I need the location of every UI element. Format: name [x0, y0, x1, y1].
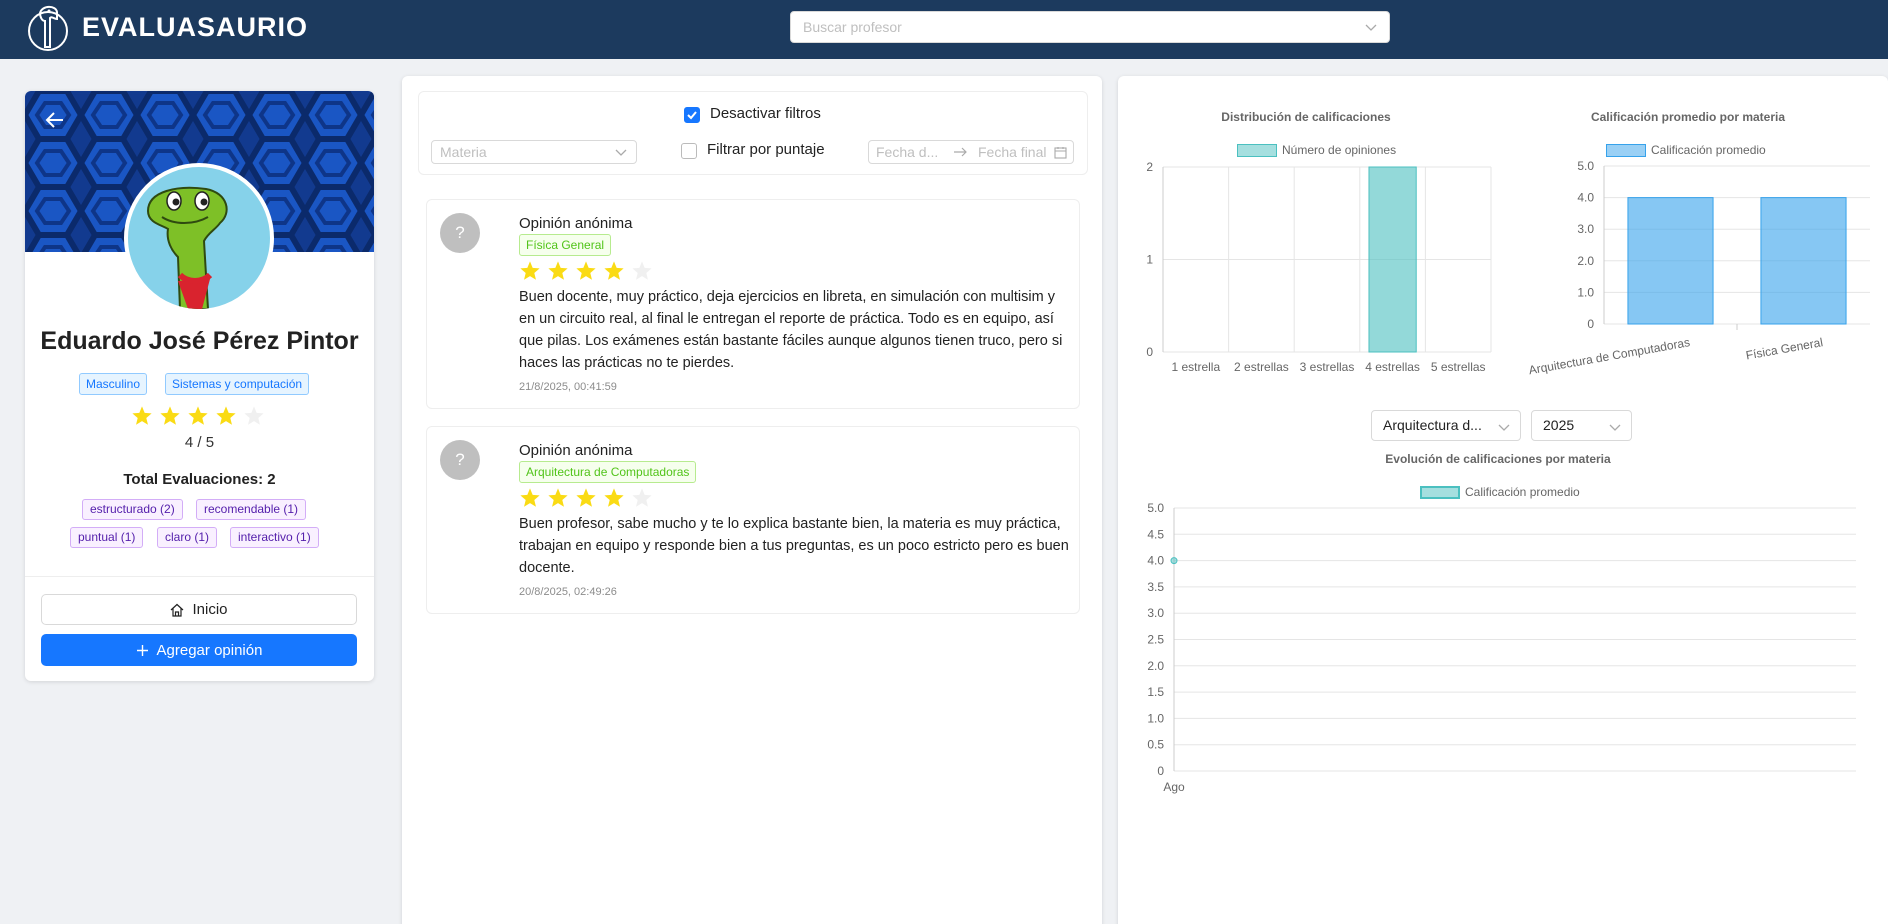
profile-avatar — [124, 163, 274, 313]
charts-panel: Distribución de calificaciones Número de… — [1118, 76, 1888, 924]
plus-icon — [136, 644, 148, 656]
star-empty-icon — [632, 488, 652, 507]
y-tick-label: 4.0 — [1147, 554, 1164, 568]
divider — [25, 576, 374, 577]
home-button[interactable]: Inicio — [41, 594, 357, 625]
top-bar: EVALUASAURIO — [0, 0, 1888, 59]
score-filter-checkbox[interactable] — [681, 143, 697, 159]
opinion-author: Opinión anónima — [519, 442, 633, 459]
opinion-rating-stars — [519, 260, 653, 282]
star-filled-icon — [548, 488, 568, 507]
star-filled-icon — [160, 406, 180, 425]
star-filled-icon — [520, 261, 540, 280]
opinion-date: 20/8/2025, 02:49:26 — [519, 586, 617, 598]
calendar-icon — [1054, 147, 1067, 159]
star-filled-icon — [132, 406, 152, 425]
y-tick-label: 1.0 — [1147, 711, 1164, 725]
anonymous-avatar: ? — [440, 440, 480, 480]
check-icon — [687, 111, 697, 120]
star-filled-icon — [520, 488, 540, 507]
star-filled-icon — [216, 406, 236, 425]
star-empty-icon — [244, 406, 264, 425]
y-tick-label: 5.0 — [1147, 501, 1164, 515]
opinion-text: Buen profesor, sabe mucho y te lo explic… — [519, 516, 1069, 576]
opinion-author: Opinión anónima — [519, 215, 633, 232]
home-button-label: Inicio — [192, 601, 228, 618]
star-filled-icon — [604, 261, 624, 280]
y-tick-label: 3.5 — [1147, 580, 1164, 594]
trait-tag: estructurado (2) — [82, 499, 183, 520]
opinion-rating-stars — [519, 487, 653, 509]
search-input[interactable] — [791, 12, 1351, 42]
teacher-search[interactable] — [790, 11, 1390, 43]
disable-filters-checkbox[interactable] — [684, 107, 700, 123]
app-name: EVALUASAURIO — [82, 12, 309, 42]
trait-tag: interactivo (1) — [230, 527, 319, 548]
data-point — [1170, 557, 1178, 565]
y-tick-label: 0 — [1157, 764, 1164, 778]
opinion-card: ? Opinión anónima Arquitectura de Comput… — [426, 426, 1080, 614]
home-icon — [171, 603, 184, 617]
star-filled-icon — [576, 261, 596, 280]
professor-name: Eduardo José Pérez Pintor — [40, 327, 359, 355]
subject-tag: Física General — [519, 234, 612, 256]
rating-evolution-chart: 0 0.5 1.0 1.5 2.0 2.5 3.0 3.5 4.0 4.5 5.0 Ago — [1147, 501, 1856, 794]
department-tag: Sistemas y computación — [165, 373, 310, 395]
profile-card: Eduardo José Pérez Pintor Masculino Sist… — [25, 91, 374, 681]
date-start-input[interactable]: Fecha d... — [876, 141, 938, 163]
subject-filter-placeholder: Materia — [440, 144, 487, 160]
add-opinion-button[interactable]: Agregar opinión — [41, 634, 357, 666]
star-filled-icon — [604, 488, 624, 507]
subject-tag: Arquitectura de Computadoras — [519, 461, 697, 483]
opinions-panel: Desactivar filtros Materia Filtrar por p… — [402, 76, 1102, 924]
x-tick-label: Ago — [1163, 780, 1185, 794]
y-tick-label: 2.0 — [1147, 659, 1164, 673]
score-filter-label: Filtrar por puntaje — [707, 141, 825, 158]
opinion-date: 21/8/2025, 00:41:59 — [519, 381, 617, 393]
y-tick-label: 4.5 — [1147, 527, 1164, 541]
profile-score: 4 / 5 — [184, 434, 215, 451]
anonymous-avatar: ? — [440, 213, 480, 253]
total-evaluations: Total Evaluaciones: 2 — [123, 471, 276, 488]
date-end-input[interactable]: Fecha final — [978, 141, 1046, 163]
back-button[interactable] — [39, 104, 71, 136]
date-range-picker[interactable]: Fecha d... Fecha final — [868, 140, 1074, 164]
disable-filters-label: Desactivar filtros — [710, 105, 821, 122]
dinosaur-logo-icon — [26, 3, 70, 53]
trait-tag: recomendable (1) — [196, 499, 307, 520]
trait-tag: claro (1) — [157, 527, 218, 548]
arrow-left-icon — [45, 112, 63, 128]
profile-rating-stars — [131, 405, 265, 427]
opinion-text: Buen docente, muy práctico, deja ejercic… — [519, 289, 1063, 371]
opinion-card: ? Opinión anónima Física General Buen do… — [426, 199, 1080, 409]
subject-filter-select[interactable]: Materia — [431, 140, 637, 164]
star-filled-icon — [548, 261, 568, 280]
star-filled-icon — [576, 488, 596, 507]
star-empty-icon — [632, 261, 652, 280]
chevron-down-icon — [615, 149, 627, 156]
star-filled-icon — [188, 406, 208, 425]
chevron-down-icon — [1365, 24, 1377, 31]
y-tick-label: 1.5 — [1147, 685, 1164, 699]
add-opinion-label: Agregar opinión — [156, 641, 263, 659]
y-tick-label: 3.0 — [1147, 606, 1164, 620]
gender-tag: Masculino — [79, 373, 148, 395]
filters-box: Desactivar filtros Materia Filtrar por p… — [418, 91, 1088, 175]
y-tick-label: 0.5 — [1147, 738, 1164, 752]
trait-tag: puntual (1) — [70, 527, 144, 548]
arrow-right-icon — [954, 147, 967, 157]
y-tick-label: 2.5 — [1147, 633, 1164, 647]
